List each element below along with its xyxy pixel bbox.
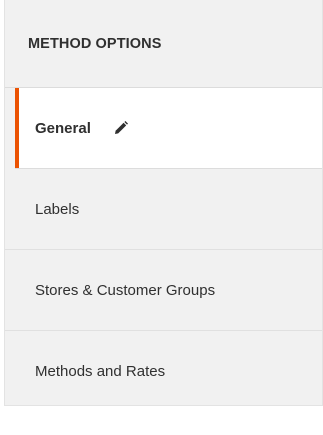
nav-item-label: Stores & Customer Groups: [35, 281, 216, 299]
nav-item-methods-and-rates[interactable]: Methods and Rates: [5, 331, 322, 412]
method-options-nav: General Labels Stores & Customer Groups …: [5, 88, 322, 412]
method-options-panel: METHOD OPTIONS General Labels Stores & C…: [4, 0, 323, 406]
nav-item-label: Methods and Rates: [35, 363, 166, 380]
pencil-icon: [112, 119, 130, 137]
panel-header: METHOD OPTIONS: [5, 0, 322, 88]
nav-item-general[interactable]: General: [15, 88, 322, 169]
nav-item-labels[interactable]: Labels: [5, 169, 322, 250]
panel-title: METHOD OPTIONS: [28, 35, 162, 52]
nav-item-label: Labels: [35, 200, 80, 218]
nav-item-stores-customer-groups[interactable]: Stores & Customer Groups: [5, 250, 322, 331]
nav-item-label: General: [35, 119, 91, 137]
